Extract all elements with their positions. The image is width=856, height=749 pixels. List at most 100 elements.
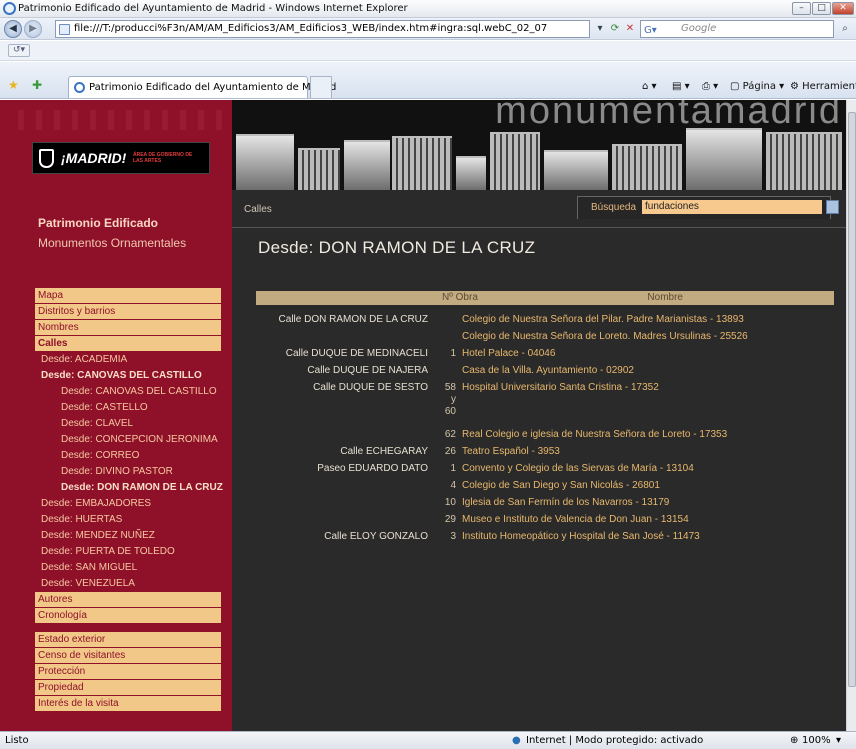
sidebar-item[interactable]: Mapa <box>35 288 221 304</box>
dropdown-arrow-icon[interactable]: ▾ <box>593 21 607 37</box>
scrollbar-thumb[interactable] <box>848 112 856 687</box>
sidebar-item[interactable]: Censo de visitantes <box>35 648 221 664</box>
table-header: Nombre Nº Obra <box>256 291 834 305</box>
sidebar-item[interactable]: Protección <box>35 664 221 680</box>
favorites-icon[interactable]: ★ <box>8 78 19 92</box>
obra-link[interactable]: Hospital Universitario Santa Cristina - … <box>462 382 659 394</box>
street-name: Calle DUQUE DE SESTO <box>313 382 428 393</box>
banner-photo <box>490 132 540 190</box>
obra-link[interactable]: Convento y Colegio de las Siervas de Mar… <box>462 463 694 475</box>
sidebar-item[interactable]: Desde: PUERTA DE TOLEDO <box>35 544 221 560</box>
section-patrimonio[interactable]: Patrimonio Edificado <box>38 216 158 230</box>
sidebar-item[interactable]: Interés de la visita <box>35 696 221 712</box>
title-bar: Patrimonio Edificado del Ayuntamiento de… <box>0 0 856 18</box>
zoom-dropdown-icon[interactable]: ▾ <box>836 732 841 749</box>
back-button[interactable]: ◀ <box>4 20 22 38</box>
sidebar-item[interactable]: Desde: SAN MIGUEL <box>35 560 221 576</box>
sidebar-item[interactable]: Nombres <box>35 320 221 336</box>
links-icon[interactable]: ↺▾ <box>8 44 30 57</box>
sidebar-item[interactable]: Distritos y barrios <box>35 304 221 320</box>
page-menu[interactable]: ▢ Página ▾ <box>730 81 784 92</box>
obra-link[interactable]: Hotel Palace - 04046 <box>462 348 555 360</box>
stop-icon[interactable]: ✕ <box>623 21 637 37</box>
obra-link[interactable]: Museo e Instituto de Valencia de Don Jua… <box>462 514 689 526</box>
print-icon[interactable]: ⎙ ▾ <box>702 81 718 92</box>
sidebar-item[interactable]: Desde: DON RAMON DE LA CRUZ <box>35 480 223 496</box>
new-tab-button[interactable] <box>310 76 332 98</box>
address-input[interactable]: file:///T:/producci%F3n/AM/AM_Edificios3… <box>55 20 590 38</box>
obra-link[interactable]: Casa de la Villa. Ayuntamiento - 02902 <box>462 365 634 377</box>
add-favorite-icon[interactable]: ✚ <box>32 78 42 92</box>
breadcrumb[interactable]: Calles <box>244 204 272 215</box>
sidebar-item[interactable]: Desde: CANOVAS DEL CASTILLO <box>35 384 221 400</box>
search-icon[interactable]: ⌕ <box>838 21 852 37</box>
zoom-icon: ⊕ <box>790 735 799 746</box>
sidebar-item[interactable]: Desde: CONCEPCION JERONIMA <box>35 432 221 448</box>
sidebar-item[interactable]: Estado exterior <box>35 632 221 648</box>
results-table: Nombre Nº Obra Calle DON RAMON DE LA CRU… <box>256 291 834 542</box>
refresh-icon[interactable]: ⟳ <box>608 21 622 37</box>
street-number: 1 <box>450 463 456 474</box>
close-button[interactable]: ✕ <box>832 2 854 15</box>
search-placeholder: Google <box>681 23 717 34</box>
tools-menu[interactable]: ⚙ Herramientas <box>790 81 856 92</box>
vertical-scrollbar[interactable] <box>846 100 856 731</box>
globe-icon: ● <box>512 735 521 746</box>
minimize-button[interactable]: – <box>792 2 811 15</box>
page-title: Desde: DON RAMON DE LA CRUZ <box>258 238 536 257</box>
sidebar-item[interactable]: Desde: CASTELLO <box>35 400 221 416</box>
sidebar-item[interactable]: Calles <box>35 336 221 352</box>
security-zone[interactable]: Internet | Modo protegido: activado <box>526 732 703 749</box>
site-search-input[interactable]: fundaciones <box>642 200 822 214</box>
sidebar-item[interactable]: Propiedad <box>35 680 221 696</box>
banner-photo <box>344 140 390 190</box>
search-go-icon[interactable] <box>826 200 839 214</box>
tab-active[interactable]: Patrimonio Edificado del Ayuntamiento de… <box>68 76 336 98</box>
obra-link[interactable]: Colegio de Nuestra Señora del Pilar. Pad… <box>462 314 744 326</box>
links-bar: ↺▾ <box>0 41 856 61</box>
madrid-logo[interactable]: ¡MADRID! ÁREA DE GOBIERNO DE LAS ARTES <box>32 142 210 174</box>
zoom-level[interactable]: 100% <box>802 732 831 749</box>
logo-text: ¡MADRID! <box>61 150 127 166</box>
sidebar-item[interactable]: Desde: CANOVAS DEL CASTILLO <box>35 368 221 384</box>
sidebar-item[interactable]: Desde: DIVINO PASTOR <box>35 464 221 480</box>
feeds-icon[interactable]: ▤ ▾ <box>672 81 690 92</box>
maximize-button[interactable]: □ <box>812 2 831 15</box>
sidebar-menu: Mapa Distritos y barrios Nombres Calles Desd… <box>35 288 223 712</box>
obra-link[interactable]: Colegio de Nuestra Señora de Loreto. Mad… <box>462 331 748 343</box>
sidebar-item[interactable]: Desde: ACADEMIA <box>35 352 221 368</box>
tab-ie-icon <box>74 82 85 93</box>
street-number: 26 <box>444 446 456 457</box>
banner-photo <box>236 134 294 190</box>
obra-link[interactable]: Instituto Homeopático y Hospital de San … <box>462 531 700 543</box>
sidebar-item[interactable]: Desde: CLAVEL <box>35 416 221 432</box>
home-icon[interactable]: ⌂ ▾ <box>642 81 657 92</box>
street-name: Calle DON RAMON DE LA CRUZ <box>278 314 428 325</box>
search-input[interactable]: G▾ Google <box>640 20 834 38</box>
address-text: file:///T:/producci%F3n/AM/AM_Edificios3… <box>74 23 548 34</box>
logo-area-text: ÁREA DE GOBIERNO DE LAS ARTES <box>133 152 193 164</box>
decorative-pattern <box>18 110 232 130</box>
sidebar-item[interactable]: Autores <box>35 592 221 608</box>
ie-icon <box>3 2 16 15</box>
sidebar-item[interactable]: Desde: VENEZUELA <box>35 576 221 592</box>
sidebar-item[interactable]: Desde: HUERTAS <box>35 512 221 528</box>
obra-link[interactable]: Teatro Español - 3953 <box>462 446 560 458</box>
tab-title: Patrimonio Edificado del Ayuntamiento de… <box>89 82 337 93</box>
banner-photo <box>456 156 486 190</box>
search-row: Calles Búsqueda fundaciones <box>232 190 846 228</box>
sidebar-item[interactable]: Cronología <box>35 608 221 624</box>
forward-button[interactable]: ▶ <box>24 20 42 38</box>
sidebar-item[interactable]: Desde: CORREO <box>35 448 221 464</box>
sidebar-item[interactable]: Desde: MENDEZ NUÑEZ <box>35 528 221 544</box>
street-name: Paseo EDUARDO DATO <box>317 463 428 474</box>
street-number: 3 <box>450 531 456 542</box>
sidebar-item[interactable]: Desde: EMBAJADORES <box>35 496 221 512</box>
obra-link[interactable]: Iglesia de San Fermín de los Navarros - … <box>462 497 669 509</box>
section-monumentos[interactable]: Monumentos Ornamentales <box>38 236 186 250</box>
obra-link[interactable]: Real Colegio e iglesia de Nuestra Señora… <box>462 429 727 441</box>
obra-link[interactable]: Colegio de San Diego y San Nicolás - 268… <box>462 480 660 492</box>
search-provider-icon: G▾ <box>644 25 657 36</box>
street-number: 29 <box>444 514 456 525</box>
window-title: Patrimonio Edificado del Ayuntamiento de… <box>18 3 408 14</box>
